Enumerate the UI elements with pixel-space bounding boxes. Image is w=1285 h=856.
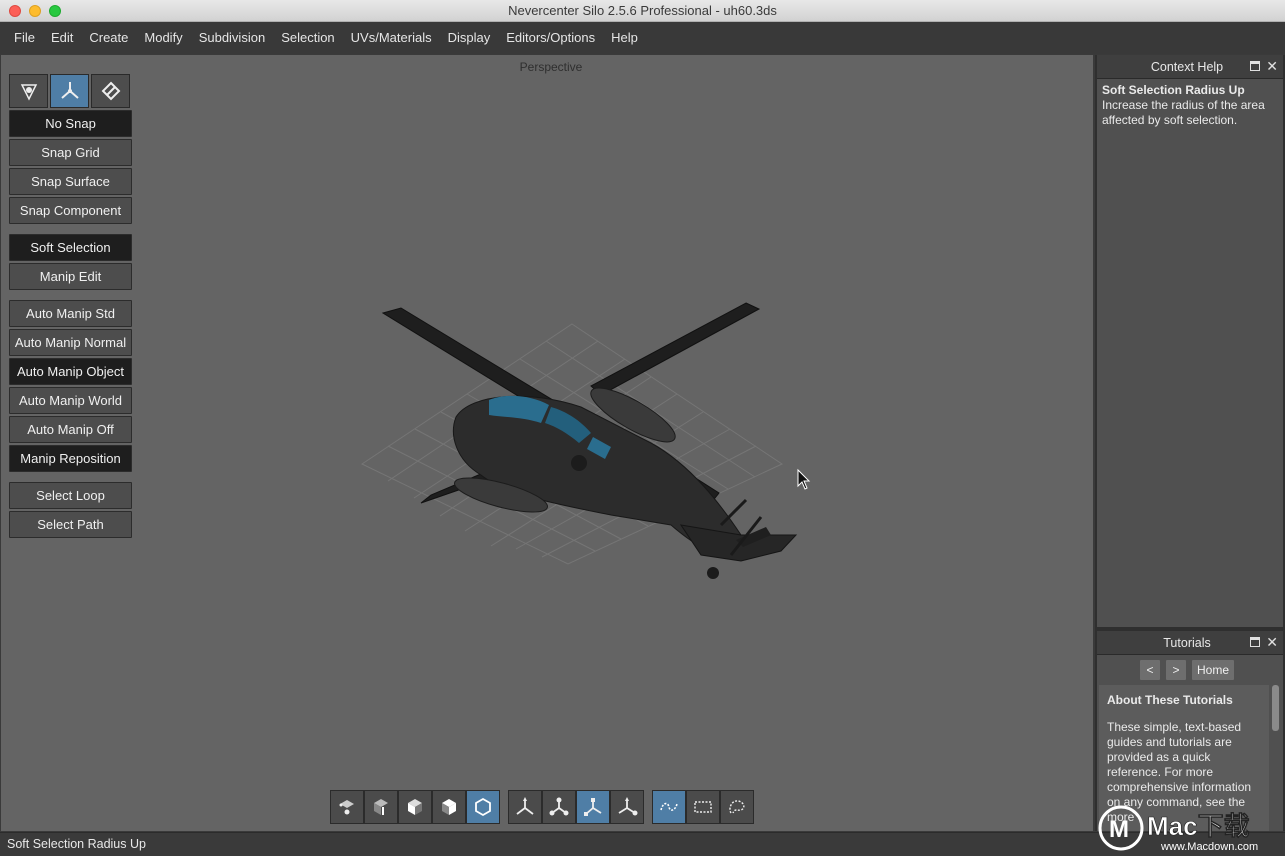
app-window: Nevercenter Silo 2.5.6 Professional - uh…	[0, 0, 1285, 856]
object-mode-icon[interactable]	[9, 74, 48, 108]
snap-grid-button[interactable]: Snap Grid	[9, 139, 132, 166]
lasso-select-icon[interactable]	[720, 790, 754, 824]
tutorials-scrollbar[interactable]	[1272, 685, 1279, 731]
universal-manip-icon[interactable]	[610, 790, 644, 824]
menu-bar: File Edit Create Modify Subdivision Sele…	[0, 22, 1285, 54]
tutorial-forward-button[interactable]: >	[1165, 660, 1186, 680]
status-bar: Soft Selection Radius Up	[0, 832, 1285, 856]
svg-text:M: M	[1109, 816, 1129, 843]
select-path-button[interactable]: Select Path	[9, 511, 132, 538]
panel-float-icon[interactable]	[1250, 61, 1261, 71]
edge-select-icon[interactable]	[364, 790, 398, 824]
perspective-viewport[interactable]: Perspective	[1, 55, 1093, 831]
menu-uvs-materials[interactable]: UVs/Materials	[343, 22, 440, 54]
auto-manip-world-button[interactable]: Auto Manip World	[9, 387, 132, 414]
snap-surface-button[interactable]: Snap Surface	[9, 168, 132, 195]
panel-float-icon[interactable]	[1250, 637, 1261, 647]
component-mode-icon[interactable]	[91, 74, 130, 108]
menu-subdivision[interactable]: Subdivision	[191, 22, 274, 54]
rectangle-select-icon[interactable]	[686, 790, 720, 824]
soft-selection-button[interactable]: Soft Selection	[9, 234, 132, 261]
vertex-select-icon[interactable]	[330, 790, 364, 824]
menu-modify[interactable]: Modify	[136, 22, 190, 54]
window-title: Nevercenter Silo 2.5.6 Professional - uh…	[508, 3, 777, 18]
no-snap-button[interactable]: No Snap	[9, 110, 132, 137]
tutorials-nav: < > Home	[1097, 655, 1283, 685]
help-heading: Soft Selection Radius Up	[1102, 83, 1245, 97]
watermark-url: www.Macdown.com	[1160, 841, 1258, 853]
object-select-icon[interactable]	[466, 790, 500, 824]
tutorials-heading: About These Tutorials	[1107, 693, 1233, 707]
face-normal-select-icon[interactable]	[432, 790, 466, 824]
helicopter-model[interactable]	[1, 55, 1093, 831]
menu-display[interactable]: Display	[440, 22, 499, 54]
left-toolbar: No Snap Snap Grid Snap Surface Snap Comp…	[9, 74, 132, 540]
mode-buttons	[9, 74, 132, 108]
manipulator-group	[508, 790, 644, 826]
title-bar: Nevercenter Silo 2.5.6 Professional - uh…	[0, 0, 1285, 22]
rotate-manip-icon[interactable]	[576, 790, 610, 824]
selection-mode-group	[330, 790, 500, 826]
move-manip-icon[interactable]	[508, 790, 542, 824]
help-text: Increase the radius of the area affected…	[1102, 98, 1265, 127]
fuselage	[452, 387, 798, 579]
manipulator-mode-icon[interactable]	[50, 74, 89, 108]
context-help-header: Context Help ✕	[1097, 55, 1283, 79]
manip-reposition-button[interactable]: Manip Reposition	[9, 445, 132, 472]
panel-close-icon[interactable]: ✕	[1266, 635, 1278, 649]
panel-close-icon[interactable]: ✕	[1266, 59, 1278, 73]
scale-manip-icon[interactable]	[542, 790, 576, 824]
tutorial-home-button[interactable]: Home	[1191, 660, 1234, 680]
snap-component-button[interactable]: Snap Component	[9, 197, 132, 224]
bottom-toolbar	[330, 790, 762, 826]
mouse-cursor	[797, 468, 811, 490]
auto-manip-object-button[interactable]: Auto Manip Object	[9, 358, 132, 385]
manip-edit-button[interactable]: Manip Edit	[9, 263, 132, 290]
watermark-logo: M Mac下载 www.Macdown.com	[1098, 805, 1258, 853]
menu-selection[interactable]: Selection	[273, 22, 342, 54]
status-text: Soft Selection Radius Up	[7, 837, 146, 851]
context-help-panel: Context Help ✕ Soft Selection Radius Up …	[1097, 55, 1283, 627]
auto-manip-normal-button[interactable]: Auto Manip Normal	[9, 329, 132, 356]
face-select-icon[interactable]	[398, 790, 432, 824]
watermark-text: Mac下载	[1147, 811, 1250, 841]
tutorials-panel: Tutorials ✕ < > Home About These Tutoria…	[1097, 631, 1283, 831]
paint-select-icon[interactable]	[652, 790, 686, 824]
selection-shape-group	[652, 790, 754, 826]
menu-create[interactable]: Create	[81, 22, 136, 54]
context-help-body: Soft Selection Radius Up Increase the ra…	[1097, 79, 1283, 132]
menu-help[interactable]: Help	[603, 22, 646, 54]
auto-manip-std-button[interactable]: Auto Manip Std	[9, 300, 132, 327]
menu-editors-options[interactable]: Editors/Options	[498, 22, 603, 54]
select-loop-button[interactable]: Select Loop	[9, 482, 132, 509]
menu-file[interactable]: File	[6, 22, 43, 54]
right-panels: Context Help ✕ Soft Selection Radius Up …	[1095, 55, 1285, 831]
menu-edit[interactable]: Edit	[43, 22, 81, 54]
tutorials-header: Tutorials ✕	[1097, 631, 1283, 655]
auto-manip-off-button[interactable]: Auto Manip Off	[9, 416, 132, 443]
tutorial-back-button[interactable]: <	[1139, 660, 1160, 680]
